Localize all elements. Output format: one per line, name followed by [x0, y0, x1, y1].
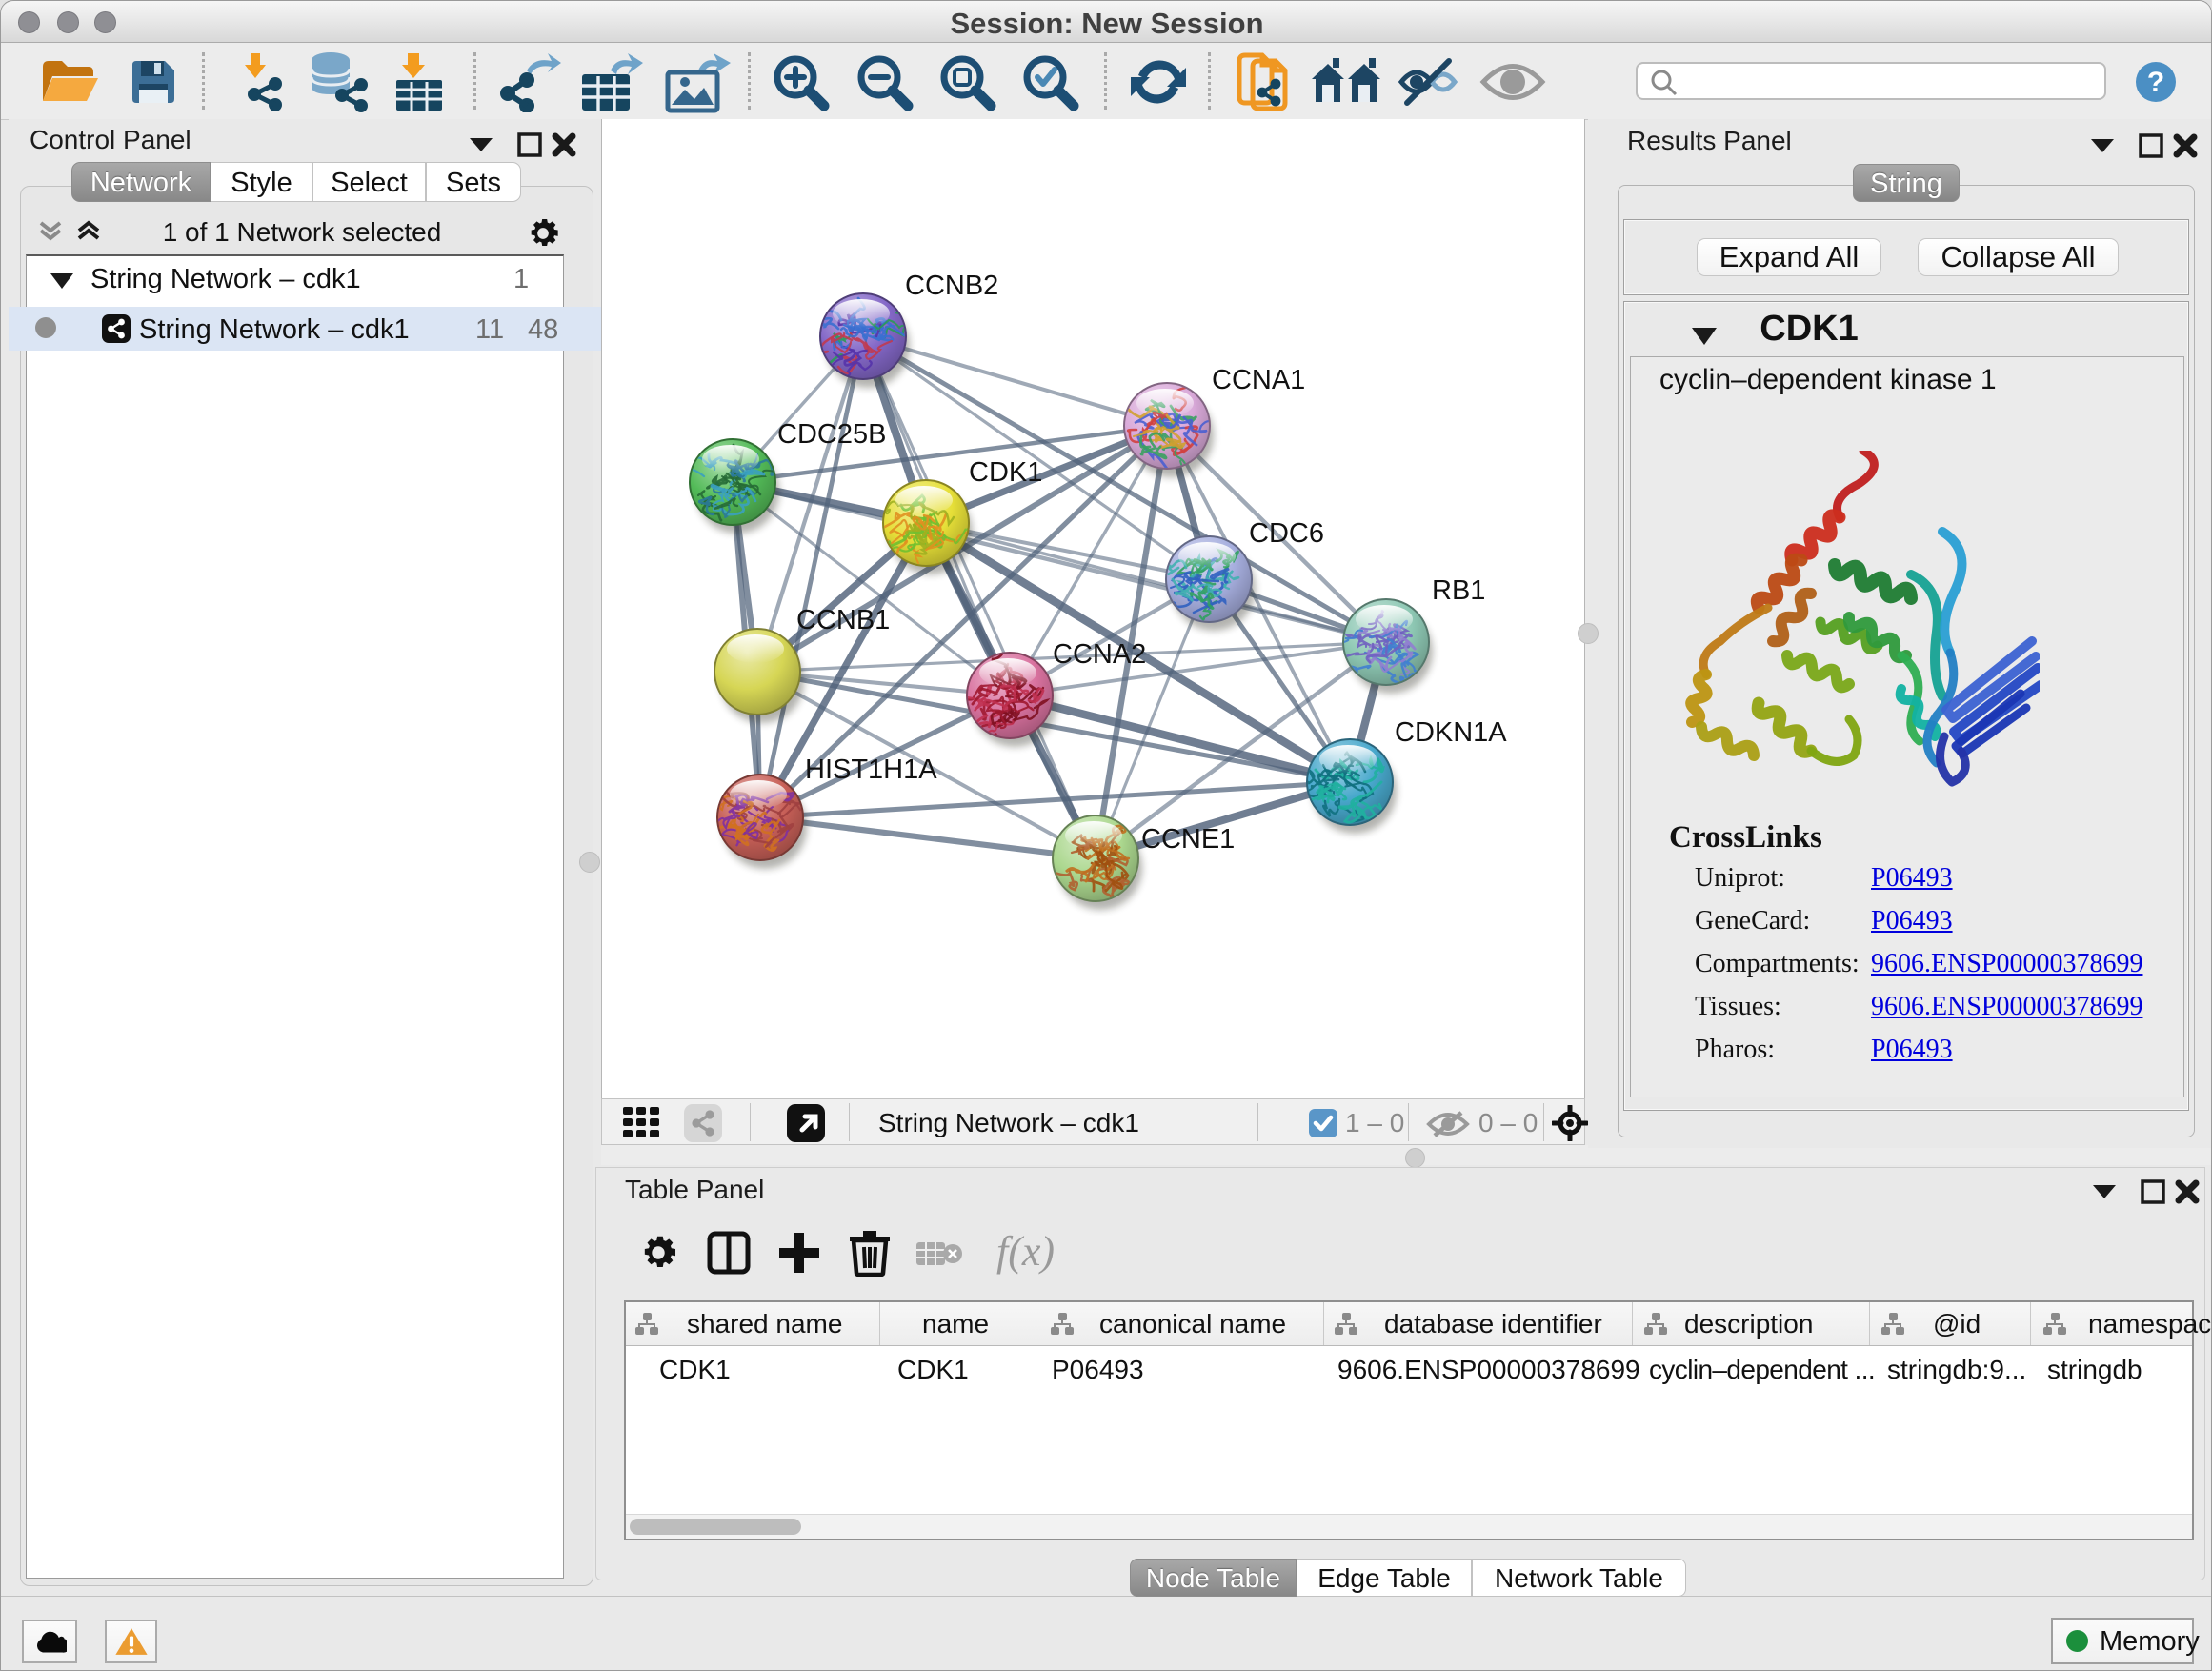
svg-text:CCNB2: CCNB2 [905, 271, 998, 301]
svg-text:CCNA1: CCNA1 [1212, 365, 1305, 395]
svg-text:HIST1H1A: HIST1H1A [805, 755, 937, 785]
svg-text:CDK1: CDK1 [969, 457, 1042, 488]
svg-text:CDC25B: CDC25B [777, 419, 886, 450]
svg-text:CCNA2: CCNA2 [1053, 639, 1146, 670]
svg-text:CDC6: CDC6 [1249, 518, 1324, 549]
svg-text:?: ? [2147, 67, 2164, 98]
svg-text:CCNB1: CCNB1 [796, 605, 890, 635]
svg-text:CDKN1A: CDKN1A [1395, 717, 1507, 748]
svg-text:CCNE1: CCNE1 [1141, 824, 1235, 855]
svg-text:RB1: RB1 [1432, 575, 1485, 606]
